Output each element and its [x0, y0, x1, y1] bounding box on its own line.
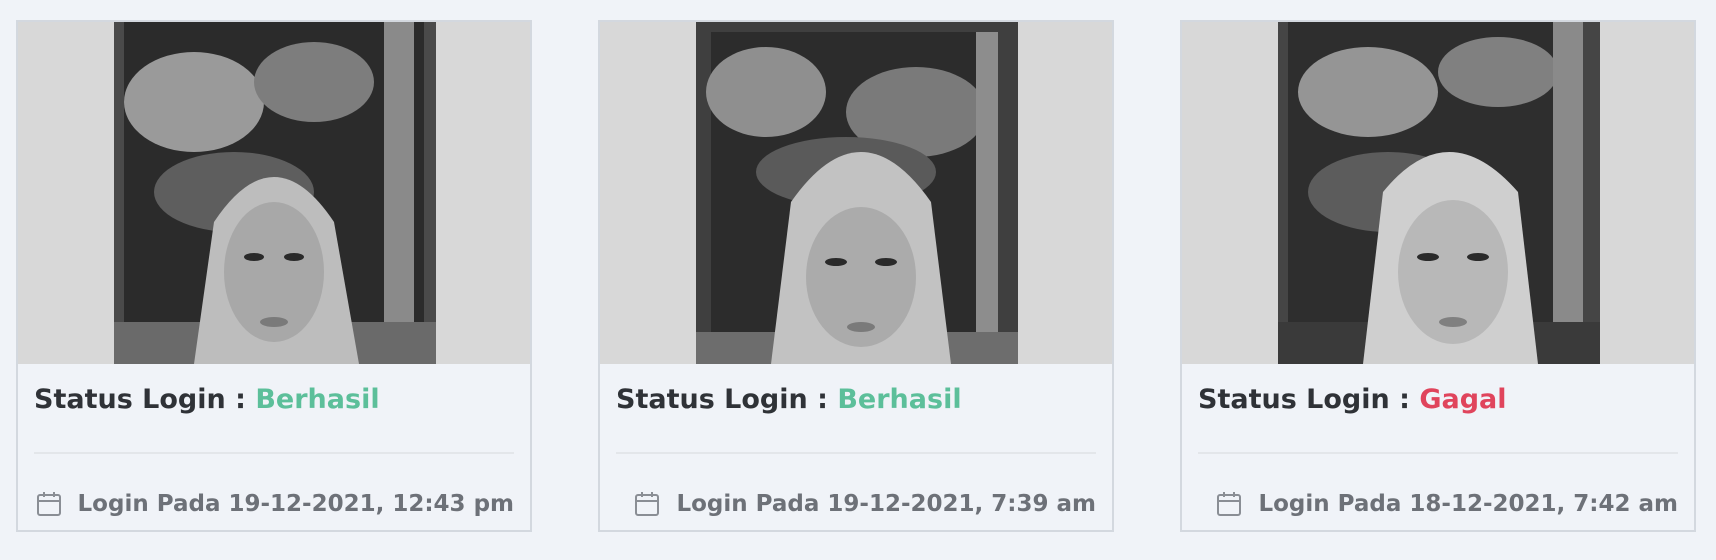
login-card: Status Login : Gagal Login Pada 18-12-20… [1180, 20, 1696, 532]
calendar-icon [36, 491, 62, 517]
login-photo [1278, 22, 1600, 364]
photo-area [18, 22, 530, 364]
status-line: Status Login : Gagal [1198, 384, 1507, 415]
status-value: Berhasil [255, 384, 380, 415]
status-line: Status Login : Berhasil [34, 384, 380, 415]
status-label: Status Login : [34, 384, 246, 415]
login-meta: Login Pada 19-12-2021, 7:39 am [634, 484, 1096, 524]
login-photo [114, 22, 436, 364]
login-meta: Login Pada 19-12-2021, 12:43 pm [36, 484, 514, 524]
status-label: Status Login : [1198, 384, 1410, 415]
divider [34, 452, 514, 454]
photo-area [600, 22, 1112, 364]
login-time: 19-12-2021, 12:43 pm [228, 491, 514, 517]
login-prefix: Login Pada [676, 491, 820, 517]
photo-area [1182, 22, 1694, 364]
login-prefix: Login Pada [77, 491, 221, 517]
calendar-icon [634, 491, 660, 517]
divider [1198, 452, 1678, 454]
login-time: 19-12-2021, 7:39 am [827, 491, 1096, 517]
login-meta: Login Pada 18-12-2021, 7:42 am [1216, 484, 1678, 524]
login-prefix: Login Pada [1258, 491, 1402, 517]
login-card: Status Login : Berhasil Login Pada 19-12… [598, 20, 1114, 532]
status-line: Status Login : Berhasil [616, 384, 962, 415]
status-label: Status Login : [616, 384, 828, 415]
status-value: Gagal [1419, 384, 1507, 415]
status-value: Berhasil [837, 384, 962, 415]
login-history-grid: Status Login : Berhasil Login Pada 19-12… [0, 0, 1716, 560]
login-time: 18-12-2021, 7:42 am [1409, 491, 1678, 517]
calendar-icon [1216, 491, 1242, 517]
divider [616, 452, 1096, 454]
login-photo [696, 22, 1018, 364]
login-card: Status Login : Berhasil Login Pada 19-12… [16, 20, 532, 532]
